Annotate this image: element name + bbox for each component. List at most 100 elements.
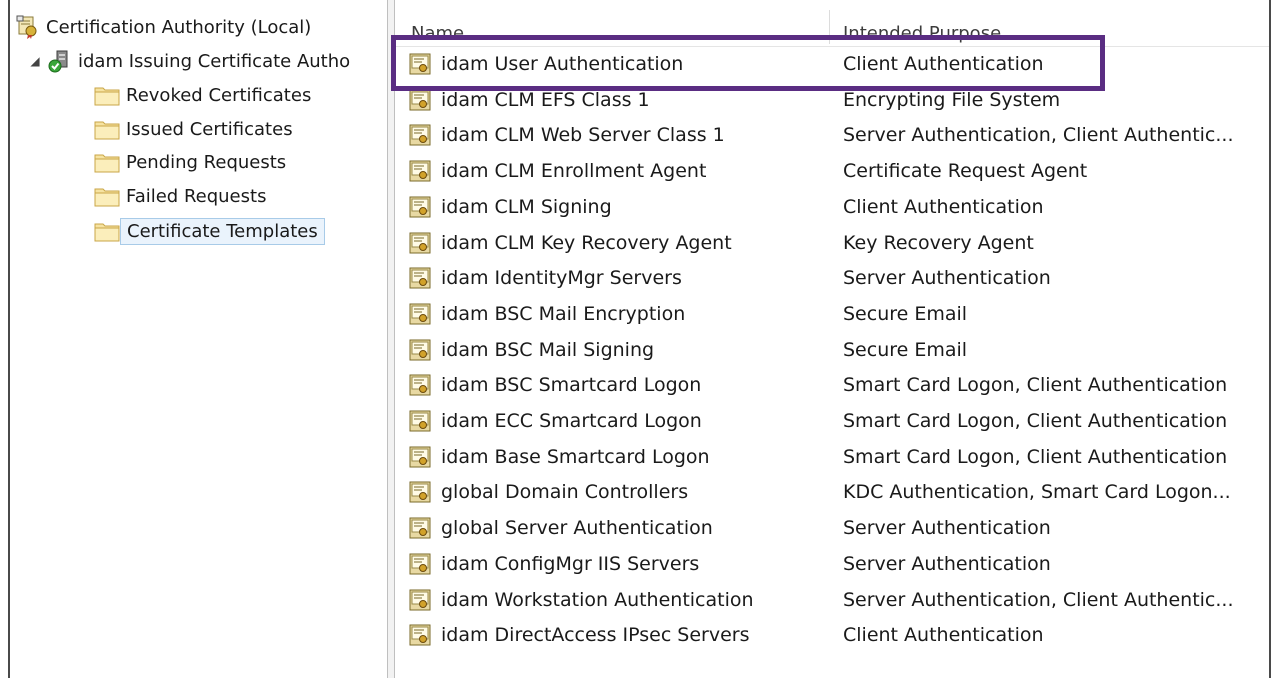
template-name-cell: idam BSC Mail Encryption (409, 303, 829, 325)
certificate-template-icon (409, 196, 431, 218)
tree-child-label: Issued Certificates (126, 118, 293, 140)
table-row[interactable]: idam DirectAccess IPsec Servers Client Au… (395, 617, 1269, 653)
template-name-cell: idam User Authentication (409, 53, 829, 75)
tree-item-revoked-certificates[interactable]: Revoked Certificates (88, 80, 386, 110)
mmc-window: Certification Authority (Local) ◢ idam I… (0, 0, 1279, 678)
intended-purpose-cell: Server Authentication (843, 552, 1051, 575)
template-name: idam BSC Smartcard Logon (441, 374, 702, 397)
intended-purpose-cell: Server Authentication, Client Authentic.… (843, 124, 1234, 147)
table-row[interactable]: idam BSC Mail Encryption Secure Email (395, 296, 1269, 332)
console-tree: Certification Authority (Local) ◢ idam I… (10, 0, 387, 678)
certificate-template-icon (409, 160, 431, 182)
column-header-name[interactable]: Name (411, 0, 829, 46)
folder-icon (94, 84, 120, 106)
template-name: idam Base Smartcard Logon (441, 445, 710, 468)
template-name-cell: global Server Authentication (409, 517, 829, 539)
table-row[interactable]: idam CLM Signing Client Authentication (395, 189, 1269, 225)
column-header-intended-purpose[interactable]: Intended Purpose (843, 0, 1263, 46)
template-name-cell: idam BSC Mail Signing (409, 339, 829, 361)
certificate-template-icon (409, 124, 431, 146)
certificate-template-icon (409, 53, 431, 75)
certificate-template-icon (409, 267, 431, 289)
folder-icon (94, 220, 120, 242)
intended-purpose-cell: Client Authentication (843, 53, 1044, 75)
intended-purpose-cell: Secure Email (843, 302, 968, 325)
certificate-template-icon (409, 624, 431, 646)
tree-child-label: Revoked Certificates (126, 84, 312, 106)
table-row[interactable]: idam ECC Smartcard Logon Smart Card Logon… (395, 403, 1269, 439)
intended-purpose-cell: Client Authentication (843, 624, 1044, 647)
template-name-cell: idam CLM Web Server Class 1 (409, 124, 829, 146)
column-divider[interactable] (829, 10, 830, 44)
intended-purpose-cell: Client Authentication (843, 195, 1044, 218)
certificate-template-icon (409, 232, 431, 254)
table-row[interactable]: idam CLM EFS Class 1 Encrypting File Syst… (395, 82, 1269, 118)
tree-item-issued-certificates[interactable]: Issued Certificates (88, 114, 386, 144)
template-name: idam IdentityMgr Servers (441, 267, 682, 290)
ca-server-icon (48, 49, 72, 73)
template-name-cell: idam CLM Enrollment Agent (409, 160, 829, 182)
certificate-template-icon (409, 481, 431, 503)
template-name-cell: idam Base Smartcard Logon (409, 446, 829, 468)
intended-purpose-cell: Smart Card Logon, Client Authentication (843, 445, 1228, 468)
template-name-cell: idam IdentityMgr Servers (409, 267, 829, 289)
intended-purpose-cell: Certificate Request Agent (843, 160, 1088, 183)
template-list-view: Name Intended Purpose idam User Authenti… (395, 0, 1269, 678)
tree-ca-label: idam Issuing Certificate Autho (78, 50, 351, 72)
intended-purpose-cell: Server Authentication, Client Authentic.… (843, 588, 1234, 611)
template-name: idam BSC Mail Encryption (441, 302, 686, 325)
table-row[interactable]: idam Workstation Authentication Server Au… (395, 582, 1269, 618)
certificate-template-icon (409, 89, 431, 111)
certificate-template-icon (409, 303, 431, 325)
table-row[interactable]: idam User Authentication Client Authentic… (395, 46, 1269, 82)
intended-purpose-cell: Server Authentication (843, 267, 1051, 290)
template-name-cell: idam ECC Smartcard Logon (409, 410, 829, 432)
template-name-cell: idam DirectAccess IPsec Servers (409, 624, 829, 646)
table-row[interactable]: idam CLM Web Server Class 1 Server Authen… (395, 117, 1269, 153)
template-name: idam CLM Signing (441, 195, 612, 218)
certificate-template-icon (409, 410, 431, 432)
certificate-template-icon (409, 517, 431, 539)
template-name-cell: idam ConfigMgr IIS Servers (409, 553, 829, 575)
tree-item-failed-requests[interactable]: Failed Requests (88, 181, 386, 211)
template-name: idam CLM EFS Class 1 (441, 88, 650, 111)
certificate-template-icon (409, 374, 431, 396)
expanded-triangle-icon[interactable]: ◢ (28, 54, 42, 68)
intended-purpose-cell: Encrypting File System (843, 88, 1061, 111)
table-row[interactable]: idam ConfigMgr IIS Servers Server Authent… (395, 546, 1269, 582)
tree-item-issuing-ca[interactable]: ◢ idam Issuing Certificate Autho (28, 46, 386, 76)
table-row[interactable]: global Domain Controllers KDC Authenticat… (395, 474, 1269, 510)
tree-child-label: Certificate Templates (120, 217, 325, 245)
template-name: idam ConfigMgr IIS Servers (441, 552, 700, 575)
certificate-template-icon (409, 589, 431, 611)
tree-child-label: Failed Requests (126, 185, 267, 207)
tree-item-certification-authority[interactable]: Certification Authority (Local) (16, 12, 386, 42)
template-name-cell: idam BSC Smartcard Logon (409, 374, 829, 396)
tree-item-pending-requests[interactable]: Pending Requests (88, 147, 386, 177)
template-name-cell: idam CLM Signing (409, 196, 829, 218)
table-row[interactable]: idam CLM Enrollment Agent Certificate Req… (395, 153, 1269, 189)
template-name: global Domain Controllers (441, 481, 689, 504)
table-row[interactable]: idam BSC Smartcard Logon Smart Card Logon… (395, 367, 1269, 403)
template-name: idam Workstation Authentication (441, 588, 754, 611)
table-row[interactable]: idam BSC Mail Signing Secure Email (395, 332, 1269, 368)
folder-icon (94, 185, 120, 207)
intended-purpose-cell: Smart Card Logon, Client Authentication (843, 374, 1228, 397)
template-name: idam CLM Web Server Class 1 (441, 124, 725, 147)
tree-root-label: Certification Authority (Local) (46, 16, 312, 38)
tree-child-label: Pending Requests (126, 151, 287, 173)
tree-item-certificate-templates[interactable]: Certificate Templates (88, 214, 386, 248)
intended-purpose-cell: Key Recovery Agent (843, 231, 1034, 254)
table-row[interactable]: global Server Authentication Server Authe… (395, 510, 1269, 546)
certificate-template-icon (409, 553, 431, 575)
intended-purpose-cell: Server Authentication (843, 517, 1051, 540)
template-name: idam BSC Mail Signing (441, 338, 655, 361)
table-row[interactable]: idam CLM Key Recovery Agent Key Recovery … (395, 225, 1269, 261)
table-row[interactable]: idam Base Smartcard Logon Smart Card Logo… (395, 439, 1269, 475)
template-name-cell: idam Workstation Authentication (409, 589, 829, 611)
pane-splitter[interactable] (387, 0, 395, 678)
certificate-template-icon (409, 446, 431, 468)
table-row[interactable]: idam IdentityMgr Servers Server Authentic… (395, 260, 1269, 296)
folder-icon (94, 151, 120, 173)
template-name: idam ECC Smartcard Logon (441, 410, 702, 432)
